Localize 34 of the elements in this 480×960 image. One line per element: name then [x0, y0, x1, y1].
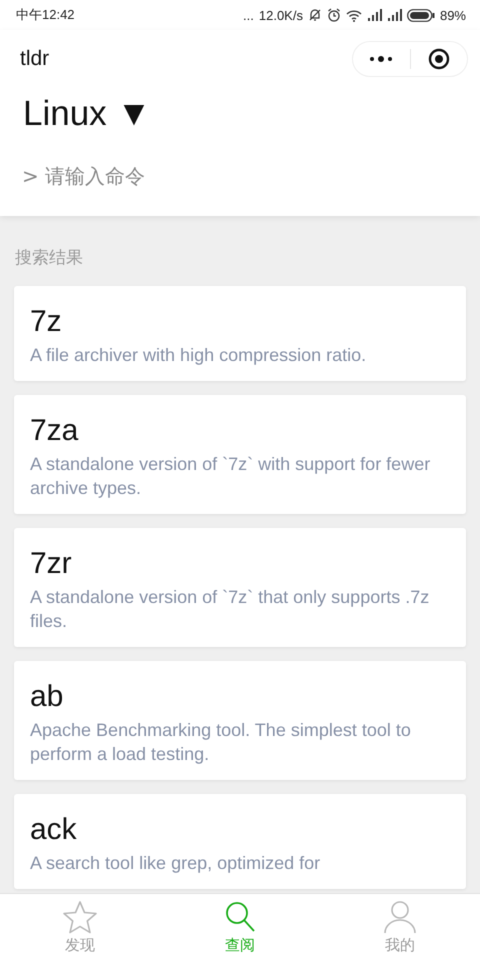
network-speed: 12.0K/s [258, 8, 303, 22]
command-description: Apache Benchmarking tool. The simplest tool to perform a load testing. [30, 719, 412, 766]
section-heading: 搜索结果 [15, 247, 84, 269]
command-name: 7zr [30, 547, 73, 581]
command-name: 7za [30, 414, 80, 448]
command-description: A standalone version of `7z` with support for fewer archive types. [30, 453, 432, 500]
more-icon [369, 56, 394, 62]
platform-selector[interactable]: Linux [23, 94, 107, 134]
command-input[interactable]: > 请输入命令 [22, 164, 422, 188]
command-card[interactable]: 7za A standalone version of `7z` with support for fewer archive types. [14, 395, 466, 514]
command-name: 7z [30, 305, 63, 339]
command-card[interactable]: 7zr A standalone version of `7z` that only supports .7z files. [14, 528, 466, 647]
status-dots: ... [243, 8, 254, 22]
bell-muted-icon [308, 8, 322, 22]
person-icon [382, 900, 418, 934]
target-icon [428, 48, 450, 70]
wifi-icon [346, 8, 362, 22]
command-name: ack [30, 813, 78, 847]
command-description: A file archiver with high compression ratio. [30, 344, 368, 367]
command-description: A search tool like grep, optimized for [30, 852, 322, 875]
app-title: tldr [20, 47, 50, 71]
battery-icon [406, 8, 435, 22]
command-card[interactable]: ack A search tool like grep, optimized for [14, 794, 466, 889]
signal-icon [366, 9, 382, 21]
status-time: 中午12:42 [16, 6, 75, 24]
alarm-icon [326, 8, 341, 22]
battery-percent: 89% [440, 8, 466, 22]
signal-icon [386, 9, 402, 21]
command-name: ab [30, 680, 64, 714]
command-card[interactable]: ab Apache Benchmarking tool. The simplest tool to perform a load testing. [14, 661, 466, 780]
star-icon [62, 900, 98, 934]
command-card[interactable]: 7z A file archiver with high compression ratio. [14, 286, 466, 381]
command-description: A standalone version of `7z` that only supports .7z files. [30, 586, 430, 633]
dropdown-arrow[interactable]: ▼ [116, 94, 152, 134]
